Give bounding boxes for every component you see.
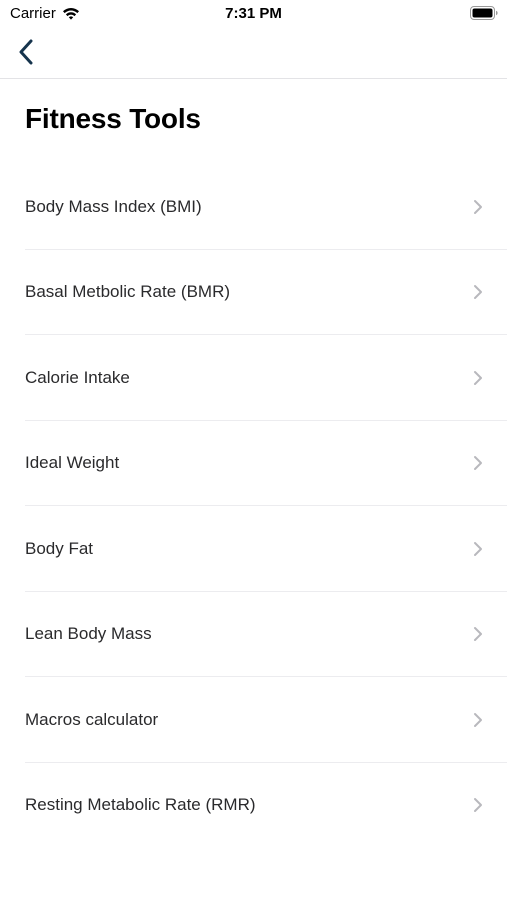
tool-row-calorie-intake[interactable]: Calorie Intake	[0, 335, 507, 421]
tool-label: Body Fat	[25, 538, 94, 558]
tool-label: Lean Body Mass	[25, 624, 152, 644]
tool-row-bmi[interactable]: Body Mass Index (BMI)	[0, 164, 507, 250]
tool-row-body-fat[interactable]: Body Fat	[0, 506, 507, 592]
tool-row-lean-body-mass[interactable]: Lean Body Mass	[0, 592, 507, 678]
tool-label: Calorie Intake	[25, 367, 130, 387]
chevron-right-icon	[474, 541, 482, 556]
chevron-right-icon	[474, 199, 482, 214]
chevron-right-icon	[474, 285, 482, 300]
battery-icon	[470, 6, 498, 20]
tool-row-macros-calculator[interactable]: Macros calculator	[0, 677, 507, 763]
tool-row-rmr[interactable]: Resting Metabolic Rate (RMR)	[0, 763, 507, 849]
tool-label: Macros calculator	[25, 709, 159, 729]
chevron-right-icon	[474, 712, 482, 727]
tool-row-bmr[interactable]: Basal Metbolic Rate (BMR)	[0, 250, 507, 336]
navigation-bar	[0, 28, 507, 79]
chevron-right-icon	[474, 627, 482, 642]
tool-label: Basal Metbolic Rate (BMR)	[25, 282, 231, 302]
chevron-right-icon	[474, 456, 482, 471]
status-time: 7:31 PM	[225, 5, 282, 22]
page-title: Fitness Tools	[25, 103, 201, 134]
tool-label: Ideal Weight	[25, 453, 120, 473]
screen: Carrier 7:31 PM Fitness Tools Body Mass …	[0, 0, 507, 900]
tool-list: Body Mass Index (BMI) Basal Metbolic Rat…	[0, 164, 507, 848]
chevron-right-icon	[474, 370, 482, 385]
tool-label: Resting Metabolic Rate (RMR)	[25, 795, 256, 815]
chevron-left-icon	[19, 39, 33, 65]
tool-label: Body Mass Index (BMI)	[25, 196, 202, 216]
back-button[interactable]	[8, 34, 44, 70]
tool-row-ideal-weight[interactable]: Ideal Weight	[0, 421, 507, 507]
status-bar: Carrier 7:31 PM	[0, 0, 507, 28]
chevron-right-icon	[474, 798, 482, 813]
